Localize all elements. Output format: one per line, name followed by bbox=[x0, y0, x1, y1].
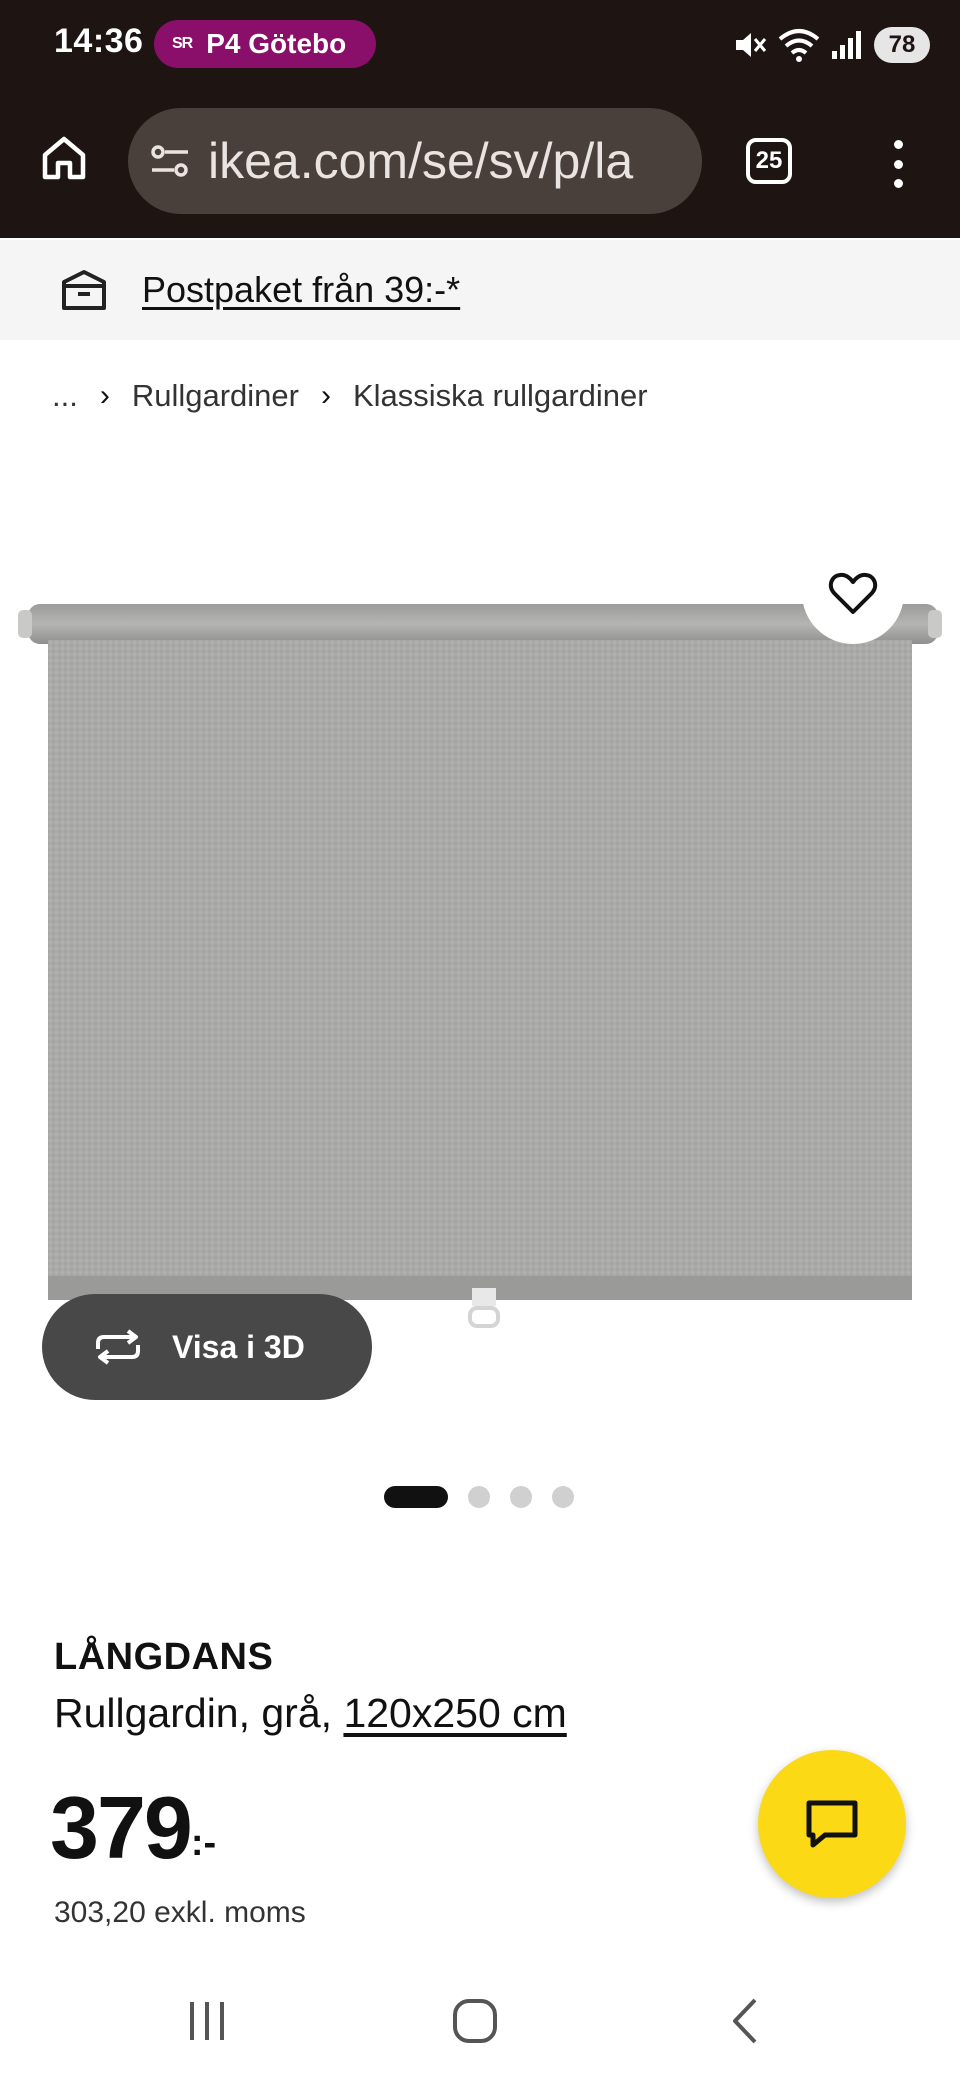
status-time: 14:36 bbox=[54, 22, 144, 60]
chat-icon bbox=[806, 1800, 858, 1848]
breadcrumb-item-klassiska-rullgardiner[interactable]: Klassiska rullgardiner bbox=[353, 378, 648, 414]
back-button[interactable] bbox=[710, 1986, 780, 2056]
price-suffix: :- bbox=[190, 1822, 217, 1864]
chevron-right-icon: › bbox=[320, 379, 331, 412]
product-type: Rullgardin, grå, bbox=[54, 1690, 333, 1736]
favorite-button[interactable] bbox=[802, 542, 904, 644]
delivery-box-icon bbox=[62, 270, 106, 310]
product-price: 379 :- bbox=[50, 1784, 216, 1872]
signal-icon bbox=[832, 31, 861, 59]
price-excl-vat: 303,20 exkl. moms bbox=[54, 1896, 306, 1929]
wifi-icon bbox=[778, 29, 820, 62]
rotate-3d-icon bbox=[96, 1329, 140, 1365]
back-icon bbox=[733, 1998, 757, 2044]
promo-bar: Postpaket från 39:-* bbox=[0, 240, 960, 340]
heart-icon bbox=[828, 572, 878, 614]
chat-button[interactable] bbox=[758, 1750, 906, 1898]
radio-station-label: P4 Götebo bbox=[206, 28, 347, 59]
breadcrumb-item-rullgardiner[interactable]: Rullgardiner bbox=[132, 378, 299, 414]
promo-link[interactable]: Postpaket från 39:-* bbox=[142, 269, 460, 311]
carousel-dot-3[interactable] bbox=[510, 1486, 532, 1508]
radio-notification-badge[interactable]: SR P4 Götebo bbox=[154, 20, 376, 68]
carousel-indicator bbox=[384, 1486, 574, 1508]
address-bar[interactable]: ikea.com/se/sv/p/la bbox=[128, 108, 702, 214]
tab-switcher-button[interactable]: 25 bbox=[746, 138, 792, 184]
home-nav-button[interactable] bbox=[440, 1986, 510, 2056]
site-settings-icon[interactable] bbox=[148, 141, 192, 181]
url-text: ikea.com/se/sv/p/la bbox=[208, 133, 634, 189]
browser-chrome: 14:36 SR P4 Götebo 78 ikea.com/se/sv/p/l… bbox=[0, 0, 960, 238]
more-vert-icon[interactable] bbox=[876, 136, 920, 192]
chevron-right-icon: › bbox=[99, 379, 110, 412]
home-icon bbox=[42, 136, 86, 180]
carousel-dot-2[interactable] bbox=[468, 1486, 490, 1508]
status-icons: 78 bbox=[732, 22, 930, 68]
recents-icon bbox=[190, 2002, 224, 2040]
product-size-link[interactable]: 120x250 cm bbox=[343, 1690, 566, 1736]
breadcrumb: ... › Rullgardiner › Klassiska rullgardi… bbox=[52, 376, 648, 416]
product-name: LÅNGDANS bbox=[54, 1636, 274, 1678]
product-image[interactable] bbox=[16, 596, 944, 1336]
view-in-3d-button[interactable]: Visa i 3D bbox=[42, 1294, 372, 1400]
mute-icon bbox=[736, 33, 767, 57]
radio-logo: SR bbox=[172, 35, 193, 52]
breadcrumb-ellipsis[interactable]: ... bbox=[52, 378, 78, 414]
product-description: Rullgardin, grå, 120x250 cm bbox=[54, 1690, 567, 1737]
battery-indicator: 78 bbox=[874, 27, 930, 63]
view-in-3d-label: Visa i 3D bbox=[172, 1328, 305, 1365]
carousel-dot-1[interactable] bbox=[384, 1486, 448, 1508]
browser-home-button[interactable] bbox=[34, 128, 94, 188]
system-nav-bar bbox=[0, 1960, 960, 2080]
carousel-dot-4[interactable] bbox=[552, 1486, 574, 1508]
price-integer: 379 bbox=[50, 1778, 193, 1877]
recents-button[interactable] bbox=[172, 1986, 242, 2056]
home-nav-icon bbox=[453, 1999, 497, 2043]
